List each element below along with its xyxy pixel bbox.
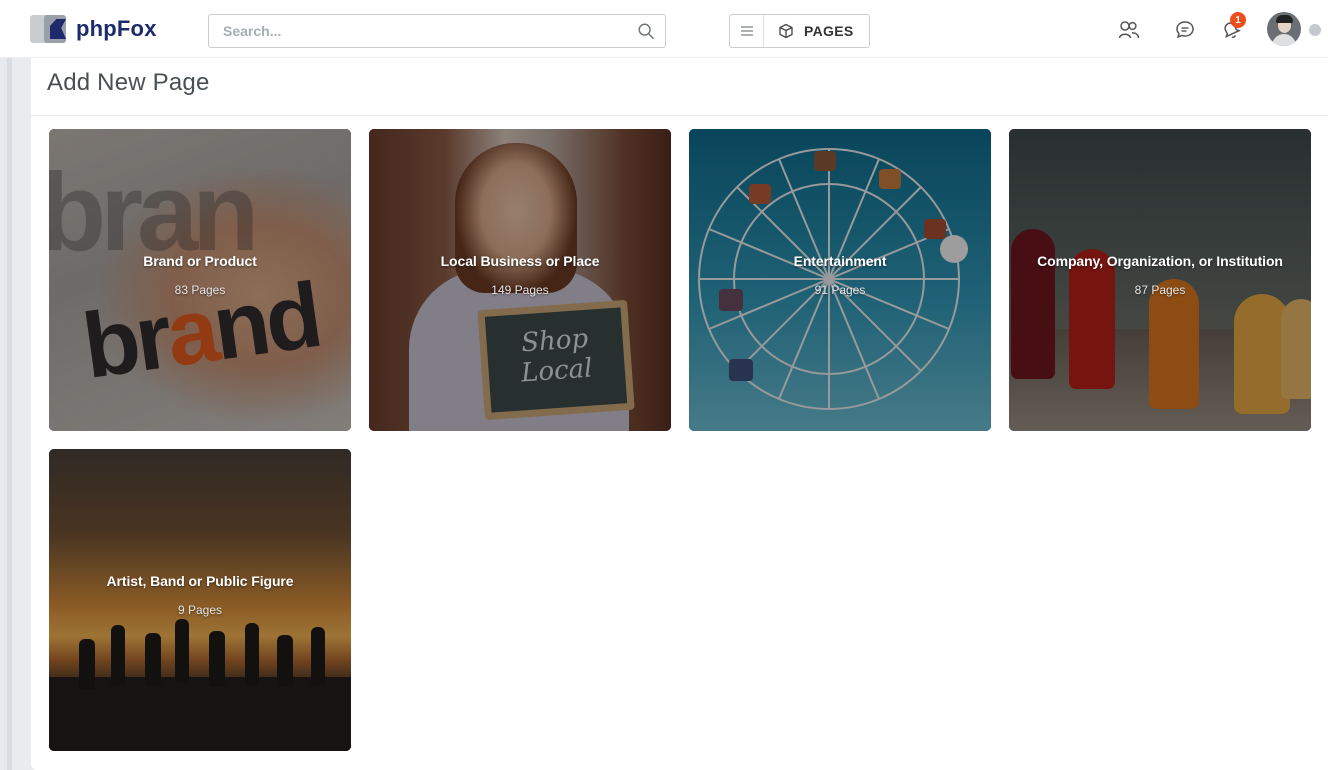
pages-app-label: PAGES xyxy=(804,23,854,39)
page-title: Add New Page xyxy=(47,69,210,96)
pages-app-button[interactable]: PAGES xyxy=(764,15,869,47)
app-switcher: PAGES xyxy=(729,14,870,48)
category-title: Artist, Band or Public Figure xyxy=(106,573,294,589)
category-card-local-business[interactable]: Shop Local Local Business or Place 149 Pa… xyxy=(369,129,671,431)
friends-button[interactable] xyxy=(1115,16,1143,44)
site-logo[interactable]: phpFox xyxy=(30,13,157,45)
category-card-company[interactable]: Company, Organization, or Institution 87… xyxy=(1009,129,1311,431)
category-count: 91 Pages xyxy=(814,283,866,297)
account-menu-icon[interactable] xyxy=(1307,22,1323,38)
sidebar-strip xyxy=(0,58,12,770)
category-title: Entertainment xyxy=(793,253,887,269)
box-icon xyxy=(779,23,793,39)
users-icon xyxy=(1118,21,1140,39)
search-box[interactable] xyxy=(208,14,666,48)
chat-icon xyxy=(1176,21,1194,39)
category-count: 9 Pages xyxy=(177,603,223,617)
category-count: 83 Pages xyxy=(174,283,226,297)
search-icon[interactable] xyxy=(637,22,655,40)
category-count: 149 Pages xyxy=(491,283,549,297)
messages-button[interactable] xyxy=(1171,16,1199,44)
category-count: 87 Pages xyxy=(1134,283,1186,297)
notification-badge: 1 xyxy=(1230,12,1246,28)
category-card-artist[interactable]: Artist, Band or Public Figure 9 Pages xyxy=(49,449,351,751)
notifications-button[interactable]: 1 xyxy=(1217,12,1246,44)
logo-text: phpFox xyxy=(76,16,157,41)
search-input[interactable] xyxy=(209,15,609,47)
title-divider xyxy=(31,115,1328,116)
logo-icon xyxy=(30,13,72,45)
menu-icon xyxy=(740,26,753,36)
category-card-brand[interactable]: bran brand Brand or Product 83 Pages xyxy=(49,129,351,431)
category-title: Local Business or Place xyxy=(440,253,600,269)
category-card-entertainment[interactable]: Entertainment 91 Pages xyxy=(689,129,991,431)
top-navbar: phpFox PAGES xyxy=(0,0,1328,58)
main-panel: Add New Page bran brand Brand or Product… xyxy=(31,58,1328,770)
category-title: Brand or Product xyxy=(143,253,257,269)
user-avatar[interactable] xyxy=(1267,12,1301,46)
app-menu-button[interactable] xyxy=(730,15,764,47)
category-title: Company, Organization, or Institution xyxy=(1037,253,1283,269)
